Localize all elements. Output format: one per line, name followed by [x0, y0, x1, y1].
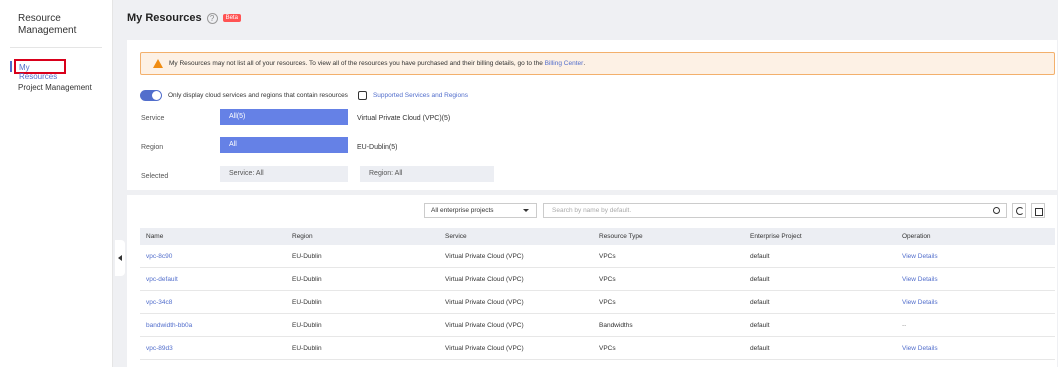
- selected-region-tag: Region: All: [360, 166, 494, 182]
- chevron-left-icon: [118, 255, 122, 261]
- resource-region: EU-Dublin: [292, 275, 322, 283]
- billing-center-link[interactable]: Billing Center: [545, 60, 584, 67]
- table-row: vpc-default EU-Dublin Virtual Private Cl…: [140, 268, 1055, 291]
- service-all-option[interactable]: All(5): [220, 109, 348, 125]
- sidebar-divider: [10, 47, 102, 48]
- resource-region: EU-Dublin: [292, 321, 322, 329]
- search-input[interactable]: Search by name by default.: [543, 203, 1007, 218]
- page-title: My Resources: [127, 12, 202, 24]
- resource-table: Name Region Service Resource Type Enterp…: [140, 228, 1055, 360]
- resource-project: default: [750, 275, 770, 283]
- sidebar-item-my-resources[interactable]: My Resources: [10, 59, 66, 81]
- resource-type: VPCs: [599, 275, 616, 283]
- resource-service: Virtual Private Cloud (VPC): [445, 252, 524, 260]
- resource-project: default: [750, 344, 770, 352]
- column-header-resource-type: Resource Type: [599, 233, 643, 240]
- column-header-region: Region: [292, 233, 313, 240]
- supported-services-label: Supported Services and Regions: [372, 92, 468, 99]
- list-toolbar: All enterprise projects Search by name b…: [424, 203, 1045, 218]
- column-header-name: Name: [146, 233, 164, 240]
- alert-text: My Resources may not list all of your re…: [169, 60, 543, 67]
- service-vpc-option[interactable]: Virtual Private Cloud (VPC)(5): [357, 115, 450, 122]
- document-icon: [357, 91, 367, 100]
- selected-service-tag: Service: All: [220, 166, 348, 182]
- search-icon[interactable]: [993, 207, 1000, 214]
- toggle-label: Only display cloud services and regions …: [168, 92, 348, 99]
- table-row: vpc-34c8 EU-Dublin Virtual Private Cloud…: [140, 291, 1055, 314]
- region-all-option[interactable]: All: [220, 137, 348, 153]
- resource-service: Virtual Private Cloud (VPC): [445, 321, 524, 329]
- resource-service: Virtual Private Cloud (VPC): [445, 275, 524, 283]
- resource-name-link[interactable]: vpc-89d3: [140, 345, 292, 352]
- enterprise-project-value: All enterprise projects: [431, 207, 494, 214]
- view-details-link[interactable]: View Details: [902, 276, 1055, 283]
- display-filter-row: Only display cloud services and regions …: [140, 90, 468, 101]
- sidebar-title: Resource Management: [18, 13, 77, 36]
- resource-service: Virtual Private Cloud (VPC): [445, 298, 524, 306]
- export-icon[interactable]: [1031, 203, 1045, 218]
- sidebar-collapse-button[interactable]: [115, 240, 125, 276]
- view-details-link[interactable]: View Details: [902, 299, 1055, 306]
- caret-down-icon: [523, 209, 529, 212]
- column-header-operation: Operation: [902, 233, 931, 240]
- resource-type: VPCs: [599, 344, 616, 352]
- resource-type: Bandwidths: [599, 321, 633, 329]
- filter-panel: My Resources may not list all of your re…: [127, 40, 1057, 190]
- resource-only-toggle[interactable]: [140, 90, 162, 101]
- resource-project: default: [750, 321, 770, 329]
- help-icon[interactable]: ?: [206, 12, 218, 24]
- sidebar-item-project-management[interactable]: Project Management: [18, 83, 92, 92]
- resource-region: EU-Dublin: [292, 252, 322, 260]
- resource-region: EU-Dublin: [292, 298, 322, 306]
- region-label: Region: [141, 144, 164, 151]
- resource-type: VPCs: [599, 252, 616, 260]
- resource-list-panel: All enterprise projects Search by name b…: [127, 195, 1057, 367]
- resource-name-link[interactable]: vpc-8c90: [140, 253, 292, 260]
- resource-service: Virtual Private Cloud (VPC): [445, 344, 524, 352]
- page-header: My Resources ? Beta: [127, 12, 241, 24]
- column-header-enterprise-project: Enterprise Project: [750, 233, 802, 240]
- resource-project: default: [750, 298, 770, 306]
- enterprise-project-select[interactable]: All enterprise projects: [424, 203, 537, 218]
- selected-label: Selected: [141, 173, 169, 180]
- warning-icon: [153, 59, 163, 68]
- alert-banner: My Resources may not list all of your re…: [140, 52, 1055, 75]
- service-label: Service: [141, 115, 165, 122]
- operation-unavailable: --: [902, 321, 907, 329]
- resource-project: default: [750, 252, 770, 260]
- resource-region: EU-Dublin: [292, 344, 322, 352]
- beta-badge: Beta: [222, 14, 241, 22]
- resource-name-link[interactable]: vpc-default: [140, 276, 292, 283]
- table-row: bandwidth-bb0a EU-Dublin Virtual Private…: [140, 314, 1055, 337]
- alert-suffix: .: [583, 60, 586, 67]
- supported-services-link[interactable]: Supported Services and Regions: [357, 91, 468, 100]
- resource-name-link[interactable]: vpc-34c8: [140, 299, 292, 306]
- sidebar: Resource Management My Resources Project…: [0, 0, 113, 367]
- table-header: Name Region Service Resource Type Enterp…: [140, 228, 1055, 245]
- search-placeholder: Search by name by default.: [552, 207, 632, 214]
- column-header-service: Service: [445, 233, 467, 240]
- refresh-icon[interactable]: [1012, 203, 1026, 218]
- resource-type: VPCs: [599, 298, 616, 306]
- table-row: vpc-8c90 EU-Dublin Virtual Private Cloud…: [140, 245, 1055, 268]
- view-details-link[interactable]: View Details: [902, 345, 1055, 352]
- region-dublin-option[interactable]: EU-Dublin(5): [357, 144, 397, 151]
- table-row: vpc-89d3 EU-Dublin Virtual Private Cloud…: [140, 337, 1055, 360]
- view-details-link[interactable]: View Details: [902, 253, 1055, 260]
- resource-name-link[interactable]: bandwidth-bb0a: [140, 322, 292, 329]
